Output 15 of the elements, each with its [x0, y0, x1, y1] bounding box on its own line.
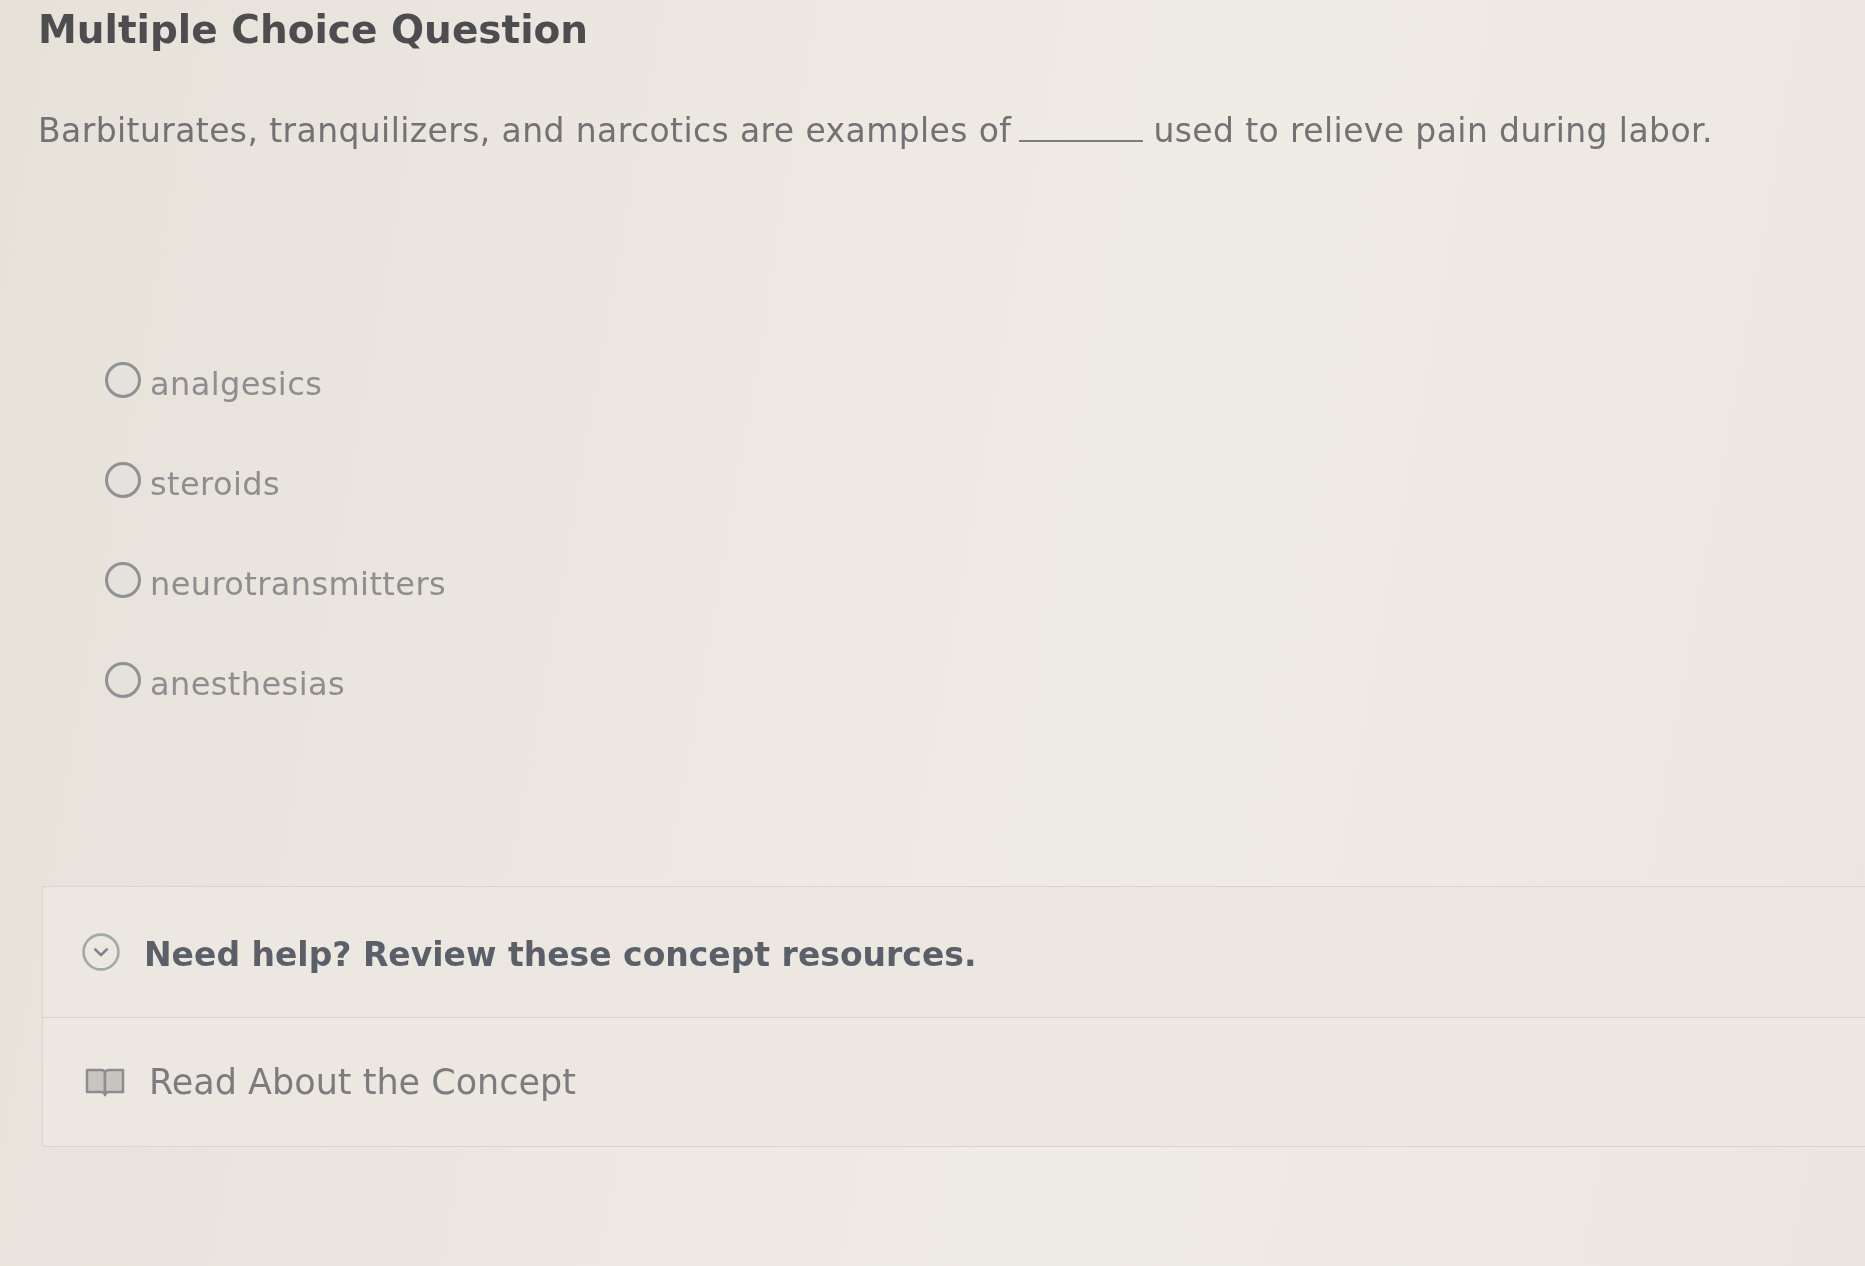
- question-title: Multiple Choice Question: [38, 6, 590, 54]
- help-heading[interactable]: Need help? Review these concept resources.: [144, 934, 977, 976]
- answer-option[interactable]: anesthesias: [150, 663, 345, 705]
- chevron-down-icon[interactable]: [82, 933, 120, 971]
- answer-option[interactable]: neurotransmitters: [150, 563, 447, 605]
- radio-button[interactable]: [105, 662, 141, 698]
- radio-button[interactable]: [105, 562, 141, 598]
- resource-link[interactable]: Read About the Concept: [149, 1060, 576, 1104]
- question-text: used to relieve pain during labor.: [1153, 110, 1713, 152]
- book-icon: [85, 1067, 125, 1097]
- radio-button[interactable]: [105, 362, 141, 398]
- answer-option[interactable]: analgesics: [150, 363, 323, 405]
- radio-button[interactable]: [105, 462, 141, 498]
- question-text: Barbiturates, tranquilizers, and narcotics are examples of: [38, 110, 1012, 152]
- answer-option[interactable]: steroids: [150, 463, 280, 505]
